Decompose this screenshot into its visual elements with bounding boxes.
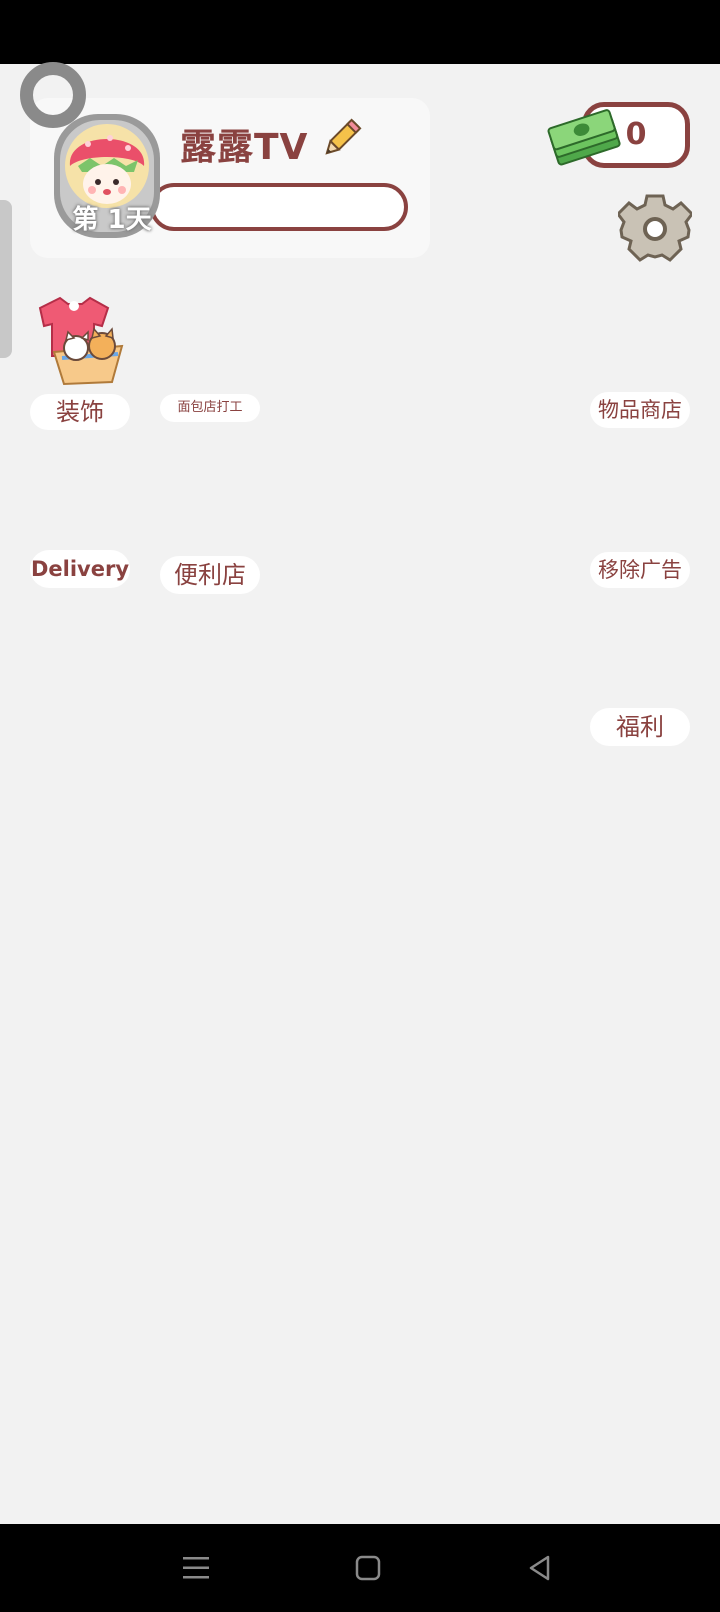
home-icon[interactable] bbox=[344, 1544, 392, 1592]
back-icon[interactable] bbox=[516, 1544, 564, 1592]
experience-bar bbox=[150, 183, 408, 231]
system-navigation-bar bbox=[0, 1524, 720, 1612]
item-shop-button[interactable]: 物品商店 bbox=[590, 392, 690, 428]
delivery-button[interactable]: Delivery bbox=[30, 550, 130, 588]
day-badge: 第 1天 bbox=[72, 205, 152, 235]
convenience-store-button[interactable]: 便利店 bbox=[160, 556, 260, 594]
pencil-icon[interactable] bbox=[318, 116, 364, 162]
cash-icon bbox=[547, 109, 621, 166]
decor-shirt-cats-icon[interactable] bbox=[32, 296, 130, 388]
ring-icon[interactable] bbox=[20, 62, 86, 128]
welfare-button[interactable]: 福利 bbox=[590, 708, 690, 746]
side-drawer-handle[interactable] bbox=[0, 200, 12, 358]
status-bar bbox=[0, 0, 720, 64]
remove-ads-button[interactable]: 移除广告 bbox=[590, 552, 690, 588]
bakery-job-button[interactable]: 面包店打工 bbox=[160, 394, 260, 422]
menu-icon[interactable] bbox=[172, 1544, 220, 1592]
player-name: 露露TV bbox=[180, 127, 309, 168]
decor-button[interactable]: 装饰 bbox=[30, 394, 130, 430]
gear-icon[interactable] bbox=[618, 192, 692, 266]
